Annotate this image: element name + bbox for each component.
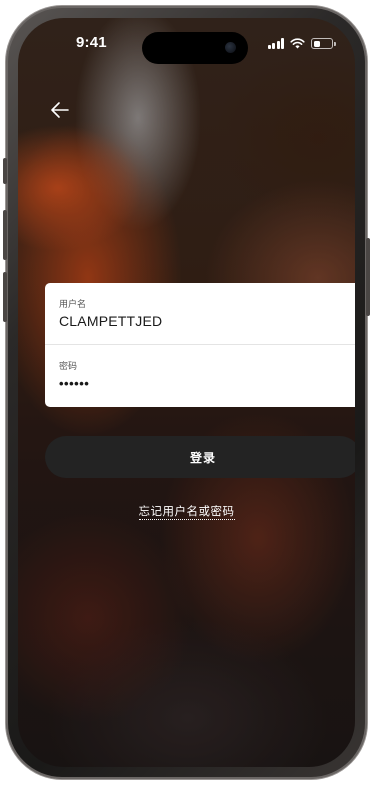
dynamic-island — [142, 32, 248, 64]
password-input[interactable]: •••••• — [59, 375, 339, 392]
action-button — [3, 158, 7, 184]
login-card: 用户名 CLAMPETTJED 密码 •••••• — [45, 283, 355, 407]
status-time: 9:41 — [76, 34, 107, 51]
screen: 9:41 用户名 CLAMPETTJED 密码 •••••• 登录 忘记用户名或… — [18, 18, 355, 767]
camera-icon — [225, 42, 236, 53]
username-field[interactable]: 用户名 CLAMPETTJED — [45, 283, 355, 345]
forgot-credentials-container: 忘记用户名或密码 — [18, 502, 355, 520]
status-icons — [267, 38, 336, 49]
phone-frame: 9:41 用户名 CLAMPETTJED 密码 •••••• 登录 忘记用户名或… — [3, 6, 370, 779]
username-input[interactable]: CLAMPETTJED — [59, 313, 339, 330]
forgot-credentials-link[interactable]: 忘记用户名或密码 — [138, 506, 235, 520]
arrow-left-icon — [51, 102, 69, 118]
battery-level — [313, 40, 320, 47]
volume-up-button — [3, 210, 7, 260]
wifi-icon — [290, 38, 305, 49]
back-button[interactable] — [48, 98, 72, 122]
status-bar: 9:41 — [18, 18, 355, 72]
power-button — [366, 238, 370, 316]
battery-icon — [311, 38, 336, 49]
password-label: 密码 — [59, 361, 78, 371]
cellular-signal-icon — [267, 38, 284, 49]
login-button[interactable]: 登录 — [45, 436, 355, 478]
volume-down-button — [3, 272, 7, 322]
password-field[interactable]: 密码 •••••• — [45, 345, 355, 407]
username-label: 用户名 — [59, 299, 87, 309]
